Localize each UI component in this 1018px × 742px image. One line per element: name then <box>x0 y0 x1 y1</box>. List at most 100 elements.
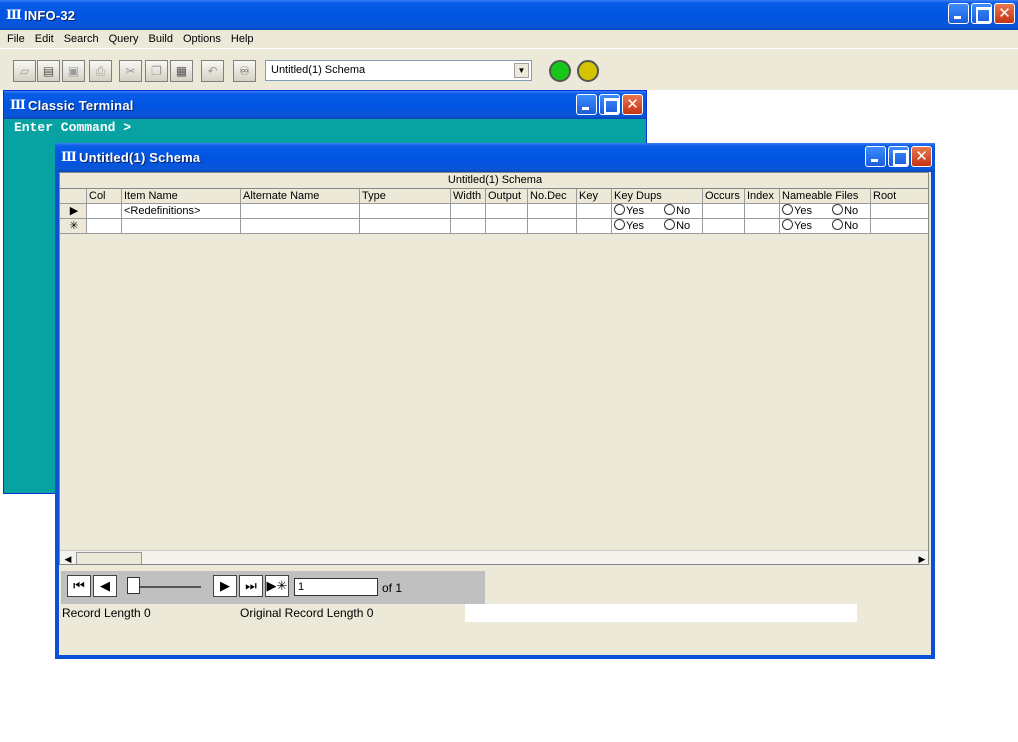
schema-maximize-button[interactable] <box>888 146 909 167</box>
column-header[interactable]: Key Dups <box>612 189 703 204</box>
column-header[interactable]: Occurs <box>703 189 745 204</box>
menu-edit[interactable]: Edit <box>30 33 59 45</box>
cell-type[interactable] <box>360 219 451 234</box>
open-button[interactable]: ▱ <box>13 60 36 82</box>
nameable-no-radio[interactable] <box>832 204 844 215</box>
copy-icon: ❐ <box>151 64 162 78</box>
column-header[interactable]: Key <box>577 189 612 204</box>
menu-search[interactable]: Search <box>59 33 104 45</box>
menu-bar: File Edit Search Query Build Options Hel… <box>0 30 1018 48</box>
menu-help[interactable]: Help <box>226 33 259 45</box>
column-header[interactable]: Width <box>451 189 486 204</box>
maximize-icon <box>600 95 619 114</box>
find-button[interactable]: ♾ <box>233 60 256 82</box>
cell-item-name[interactable]: <Redefinitions> <box>122 204 241 219</box>
table-row[interactable]: ▶ <Redefinitions> Yes No Yes No <box>60 204 928 219</box>
key-dups-yes-radio[interactable] <box>614 219 625 230</box>
column-header[interactable]: Output <box>486 189 528 204</box>
main-title-bar[interactable]: Ⅲ INFO-32 ✕ <box>0 0 1018 30</box>
copy-button[interactable]: ❐ <box>145 60 168 82</box>
nameable-yes-radio[interactable] <box>782 204 793 215</box>
column-header[interactable]: Alternate Name <box>241 189 360 204</box>
cell-type[interactable] <box>360 204 451 219</box>
current-row-marker-icon[interactable]: ▶ <box>60 204 87 219</box>
cell-index[interactable] <box>745 219 780 234</box>
close-button[interactable]: ✕ <box>994 3 1015 24</box>
print-button[interactable]: ⎙ <box>89 60 112 82</box>
cell-item-name[interactable] <box>122 219 241 234</box>
column-header[interactable]: Index <box>745 189 780 204</box>
menu-file[interactable]: File <box>2 33 30 45</box>
column-header[interactable]: Nameable Files <box>780 189 871 204</box>
previous-record-button[interactable]: ◀ <box>93 575 117 597</box>
cell-alternate-name[interactable] <box>241 204 360 219</box>
menu-query[interactable]: Query <box>104 33 144 45</box>
record-number-input[interactable]: 1 <box>294 578 378 596</box>
schema-window[interactable]: Ⅲ Untitled(1) Schema ✕ Untitled(1) Schem… <box>55 143 935 659</box>
menu-build[interactable]: Build <box>144 33 178 45</box>
cell-width[interactable] <box>451 219 486 234</box>
column-header[interactable]: Item Name <box>122 189 241 204</box>
cut-button[interactable]: ✂ <box>119 60 142 82</box>
new-record-button[interactable]: ▶✳ <box>265 575 289 597</box>
cell-no-dec[interactable] <box>528 204 577 219</box>
yellow-status-light-icon[interactable] <box>577 60 599 82</box>
schema-grid[interactable]: Untitled(1) Schema Col Item Name Alterna… <box>59 172 929 565</box>
scroll-left-icon[interactable]: ◀ <box>61 552 75 564</box>
cell-occurs[interactable] <box>703 219 745 234</box>
close-icon: ✕ <box>998 4 1011 22</box>
schema-title-bar[interactable]: Ⅲ Untitled(1) Schema ✕ <box>55 143 935 172</box>
cell-root[interactable] <box>871 204 928 219</box>
key-dups-yes-radio[interactable] <box>614 204 625 215</box>
column-header[interactable]: No.Dec <box>528 189 577 204</box>
paste-button[interactable]: ▦ <box>170 60 193 82</box>
column-header[interactable]: Col <box>87 189 122 204</box>
cell-root[interactable] <box>871 219 928 234</box>
terminal-minimize-button[interactable] <box>576 94 597 115</box>
green-status-light-icon[interactable] <box>549 60 571 82</box>
cell-no-dec[interactable] <box>528 219 577 234</box>
cell-key[interactable] <box>577 204 612 219</box>
record-slider-thumb[interactable] <box>127 577 140 594</box>
nameable-yes-radio[interactable] <box>782 219 793 230</box>
undo-button[interactable]: ↶ <box>201 60 224 82</box>
terminal-maximize-button[interactable] <box>599 94 620 115</box>
cell-key[interactable] <box>577 219 612 234</box>
column-header[interactable]: Type <box>360 189 451 204</box>
terminal-close-button[interactable]: ✕ <box>622 94 643 115</box>
column-header[interactable]: Root <box>871 189 928 204</box>
new-row-marker-icon[interactable]: ✳ <box>60 219 87 234</box>
cell-output[interactable] <box>486 219 528 234</box>
cell-output[interactable] <box>486 204 528 219</box>
first-record-button[interactable]: ⏮ <box>67 575 91 597</box>
cell-occurs[interactable] <box>703 204 745 219</box>
chevron-down-icon[interactable]: ▼ <box>514 63 529 78</box>
schema-close-button[interactable]: ✕ <box>911 146 932 167</box>
schema-app-icon: Ⅲ <box>61 150 77 165</box>
new-button[interactable]: ▤ <box>37 60 60 82</box>
nameable-no-radio[interactable] <box>832 219 844 230</box>
menu-options[interactable]: Options <box>178 33 226 45</box>
minimize-button[interactable] <box>948 3 969 24</box>
scroll-right-icon[interactable]: ▶ <box>915 552 928 564</box>
terminal-prompt[interactable]: Enter Command > <box>14 120 131 135</box>
cell-alternate-name[interactable] <box>241 219 360 234</box>
last-record-button[interactable]: ⏭ <box>239 575 263 597</box>
key-dups-no-radio[interactable] <box>664 219 676 230</box>
row-selector-header[interactable] <box>60 189 87 204</box>
horizontal-scrollbar[interactable]: ◀ ▶ <box>60 550 928 564</box>
maximize-button[interactable] <box>971 3 992 24</box>
cell-index[interactable] <box>745 204 780 219</box>
table-row[interactable]: ✳ Yes No Yes No <box>60 219 928 234</box>
key-dups-no-radio[interactable] <box>664 204 676 215</box>
scroll-thumb[interactable] <box>76 552 142 564</box>
terminal-title-bar[interactable]: Ⅲ Classic Terminal ✕ <box>4 91 646 119</box>
cell-width[interactable] <box>451 204 486 219</box>
schema-title: Untitled(1) Schema <box>79 150 201 165</box>
save-button[interactable]: ▣ <box>62 60 85 82</box>
cell-col[interactable] <box>87 219 122 234</box>
cell-col[interactable] <box>87 204 122 219</box>
schema-select[interactable]: Untitled(1) Schema ▼ <box>265 60 532 81</box>
next-record-button[interactable]: ▶ <box>213 575 237 597</box>
schema-minimize-button[interactable] <box>865 146 886 167</box>
